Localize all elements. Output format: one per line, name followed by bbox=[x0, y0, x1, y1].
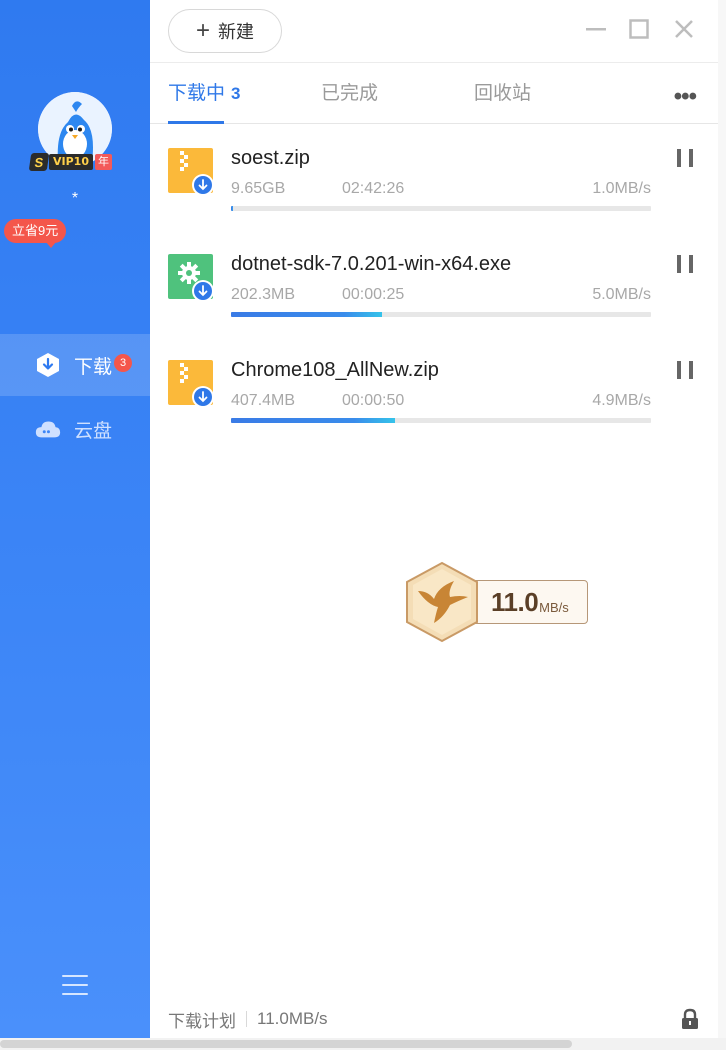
pause-icon[interactable] bbox=[677, 361, 693, 379]
tab-recycle-bin[interactable]: 回收站 bbox=[474, 63, 531, 125]
sidebar-item-cloud[interactable]: 云盘 bbox=[0, 398, 150, 460]
time-remaining: 00:00:25 bbox=[342, 286, 405, 303]
download-item[interactable]: soest.zip 9.65GB 02:42:26 1.0MB/s bbox=[150, 147, 726, 253]
sidebar: S VIP10 年 * 立省9元 下载 3 云盘 bbox=[0, 0, 150, 1038]
speed-widget[interactable]: 11.0 MB/s bbox=[404, 561, 590, 643]
progress-fill bbox=[231, 418, 395, 423]
minimize-icon[interactable] bbox=[583, 16, 609, 42]
hamburger-menu-icon[interactable] bbox=[62, 975, 88, 997]
exe-file-icon bbox=[168, 253, 214, 302]
lock-icon[interactable] bbox=[680, 1008, 700, 1030]
download-item[interactable]: dotnet-sdk-7.0.201-win-x64.exe 202.3MB 0… bbox=[150, 253, 726, 359]
vip-year: 年 bbox=[94, 154, 112, 170]
maximize-icon[interactable] bbox=[626, 16, 652, 42]
sidebar-item-label: 云盘 bbox=[74, 420, 113, 442]
download-item[interactable]: Chrome108_AllNew.zip 407.4MB 00:00:50 4.… bbox=[150, 359, 726, 465]
progress-bar bbox=[231, 312, 651, 317]
file-size: 407.4MB bbox=[231, 392, 296, 409]
sidebar-item-label: 下载 bbox=[74, 356, 113, 378]
tab-underline bbox=[168, 121, 224, 124]
download-count-badge: 3 bbox=[114, 354, 133, 372]
progress-bar bbox=[231, 418, 651, 423]
download-icon bbox=[34, 351, 62, 379]
more-options-icon[interactable]: ••• bbox=[674, 83, 697, 111]
tab-bar: 下载中 3 已完成 回收站 ••• bbox=[150, 62, 726, 124]
scrollbar-thumb[interactable] bbox=[0, 1040, 572, 1048]
download-speed: 5.0MB/s bbox=[592, 286, 651, 303]
new-task-label: 新建 bbox=[218, 22, 254, 42]
promo-badge[interactable]: 立省9元 bbox=[4, 219, 67, 248]
file-size: 9.65GB bbox=[231, 180, 286, 197]
tab-count: 3 bbox=[231, 84, 241, 103]
plus-icon: + bbox=[195, 17, 210, 44]
time-remaining: 00:00:50 bbox=[342, 392, 405, 409]
pause-icon[interactable] bbox=[677, 149, 693, 167]
download-speed: 1.0MB/s bbox=[592, 180, 651, 197]
hummingbird-icon bbox=[406, 561, 478, 643]
progress-bar bbox=[231, 206, 651, 211]
tab-label: 下载中 bbox=[168, 83, 226, 104]
file-name: Chrome108_AllNew.zip bbox=[231, 359, 439, 381]
file-size: 202.3MB bbox=[231, 286, 296, 303]
new-task-button[interactable]: + 新建 bbox=[168, 9, 282, 53]
divider bbox=[246, 1011, 247, 1027]
file-name: dotnet-sdk-7.0.201-win-x64.exe bbox=[231, 253, 512, 275]
pause-icon[interactable] bbox=[677, 255, 693, 273]
total-speed: 11.0MB/s bbox=[257, 1009, 328, 1028]
tab-completed[interactable]: 已完成 bbox=[321, 63, 378, 125]
progress-fill bbox=[231, 312, 383, 317]
download-speed: 4.9MB/s bbox=[592, 392, 651, 409]
speed-unit: MB/s bbox=[539, 599, 569, 615]
vertical-scrollbar[interactable] bbox=[718, 0, 726, 1038]
close-icon[interactable] bbox=[671, 16, 697, 42]
download-plan-link[interactable]: 下载计划 bbox=[168, 1007, 236, 1032]
zip-file-icon bbox=[168, 147, 214, 196]
speed-value: 11.0 bbox=[491, 586, 539, 617]
tab-downloading[interactable]: 下载中 3 bbox=[168, 63, 240, 125]
main-panel: + 新建 下载中 3 已完成 回收站 ••• soest.zip 9.65GB … bbox=[150, 0, 726, 1038]
time-remaining: 02:42:26 bbox=[342, 180, 405, 197]
cloud-icon bbox=[34, 415, 62, 443]
username: * bbox=[71, 190, 79, 207]
vip-badge[interactable]: S VIP10 年 bbox=[28, 152, 112, 172]
progress-fill bbox=[231, 206, 234, 211]
status-bar: 下载计划 11.0MB/s bbox=[150, 1000, 726, 1038]
file-name: soest.zip bbox=[231, 147, 310, 169]
sidebar-item-download[interactable]: 下载 3 bbox=[0, 334, 150, 396]
zip-file-icon bbox=[168, 359, 214, 408]
vip-s-logo: S bbox=[28, 153, 50, 171]
horizontal-scrollbar[interactable] bbox=[0, 1038, 726, 1050]
vip-level: VIP10 bbox=[49, 154, 93, 170]
